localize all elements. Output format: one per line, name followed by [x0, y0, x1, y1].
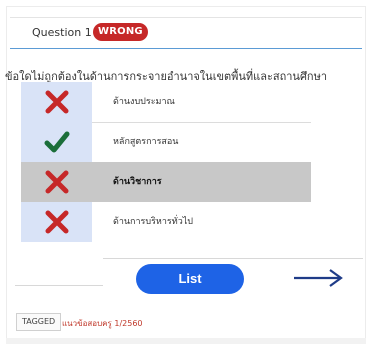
- option-4[interactable]: ด้านการบริหารทั่วไป: [21, 202, 311, 242]
- option-label: ด้านงบประมาณ: [113, 97, 175, 107]
- question-number: Question 1: [32, 26, 92, 39]
- cross-icon: [21, 162, 92, 202]
- question-header: Question 1 WRONG: [10, 17, 362, 49]
- arrow-right-icon[interactable]: [292, 266, 344, 290]
- option-label: ด้านการบริหารทั่วไป: [113, 217, 193, 227]
- status-badge: WRONG: [93, 23, 148, 41]
- tagged-label: TAGGED: [16, 313, 62, 331]
- check-icon: [21, 122, 92, 162]
- option-label: หลักสูตรการสอน: [113, 137, 179, 147]
- list-button[interactable]: List: [136, 264, 244, 294]
- footer-divider: [15, 285, 103, 286]
- footer-divider: [103, 258, 363, 259]
- option-2[interactable]: หลักสูตรการสอน: [21, 122, 311, 162]
- cross-icon: [21, 82, 92, 122]
- option-1[interactable]: ด้านงบประมาณ: [21, 82, 311, 122]
- option-label: ด้านวิชาการ: [113, 177, 162, 187]
- cross-icon: [21, 202, 92, 242]
- tag-link[interactable]: แนวข้อสอบครู 1/2560: [62, 317, 143, 330]
- option-3[interactable]: ด้านวิชาการ: [21, 162, 311, 202]
- card-shadow: [6, 338, 366, 344]
